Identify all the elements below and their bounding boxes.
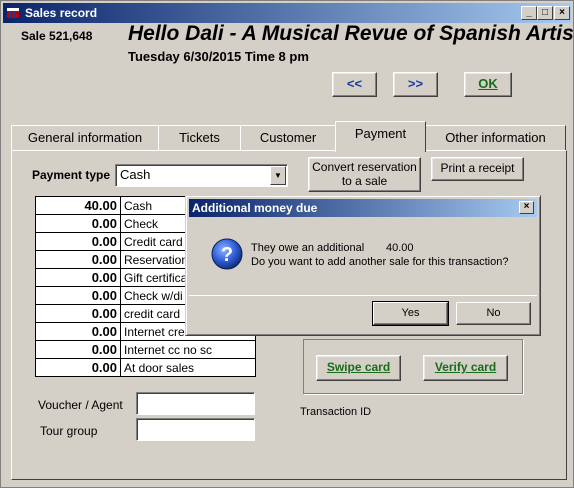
- app-icon: [6, 6, 20, 20]
- tab-other-information[interactable]: Other information: [425, 125, 566, 151]
- amount-cell[interactable]: 0.00: [35, 340, 121, 359]
- verify-card-button[interactable]: Verify card: [423, 355, 508, 381]
- svg-text:?: ?: [221, 244, 233, 266]
- title-bar[interactable]: Sales record _ □ ×: [3, 3, 571, 23]
- tab-customer[interactable]: Customer: [240, 125, 336, 151]
- additional-money-dialog: Additional money due × ? They owe an add…: [185, 195, 541, 336]
- table-row[interactable]: 0.00 At door sales: [35, 358, 256, 377]
- print-receipt-button[interactable]: Print a receipt: [431, 157, 524, 181]
- maximize-button[interactable]: □: [537, 6, 553, 20]
- amount-cell[interactable]: 0.00: [35, 286, 121, 305]
- window-title: Sales record: [25, 6, 98, 20]
- no-button[interactable]: No: [456, 302, 531, 325]
- payment-type-value: Cash: [120, 167, 151, 182]
- sale-number: Sale 521,648: [21, 29, 93, 43]
- amount-cell[interactable]: 0.00: [35, 250, 121, 269]
- tab-general-information[interactable]: General information: [11, 125, 159, 151]
- dialog-body: ? They owe an additional 40.00 Do you wa…: [189, 218, 537, 294]
- event-title: Hello Dali - A Musical Revue of Spanish …: [128, 22, 574, 45]
- question-icon: ?: [211, 238, 243, 270]
- event-datetime: Tuesday 6/30/2015 Time 8 pm: [128, 49, 309, 64]
- dialog-close-button[interactable]: ×: [519, 201, 534, 214]
- dialog-message-line1: They owe an additional 40.00: [251, 242, 414, 254]
- amount-cell[interactable]: 0.00: [35, 268, 121, 287]
- dialog-title-bar[interactable]: Additional money due ×: [189, 199, 537, 217]
- tab-payment[interactable]: Payment: [335, 121, 426, 152]
- payment-type-select[interactable]: Cash ▼: [115, 164, 288, 187]
- sales-record-window: Sales record _ □ × Sale 521,648 Hello Da…: [0, 0, 574, 488]
- method-cell: At door sales: [120, 358, 256, 377]
- amount-cell[interactable]: 0.00: [35, 322, 121, 341]
- transaction-id-label: Transaction ID: [300, 406, 372, 418]
- swipe-card-button[interactable]: Swipe card: [316, 355, 401, 381]
- amount-cell[interactable]: 0.00: [35, 232, 121, 251]
- tour-group-field[interactable]: [136, 418, 255, 441]
- yes-button[interactable]: Yes: [372, 301, 449, 326]
- voucher-agent-label: Voucher / Agent: [38, 398, 123, 412]
- dialog-amount: 40.00: [386, 242, 414, 254]
- amount-cell[interactable]: 0.00: [35, 304, 121, 323]
- amount-cell[interactable]: 0.00: [35, 214, 121, 233]
- dialog-button-area: Yes No: [189, 295, 537, 331]
- method-cell: Internet cc no sc: [120, 340, 256, 359]
- ok-button[interactable]: OK: [464, 72, 512, 97]
- next-record-button[interactable]: >>: [393, 72, 438, 97]
- table-row[interactable]: 0.00 Internet cc no sc: [35, 340, 256, 359]
- previous-record-button[interactable]: <<: [332, 72, 377, 97]
- dialog-message-line2: Do you want to add another sale for this…: [251, 256, 509, 268]
- tab-tickets[interactable]: Tickets: [158, 125, 241, 151]
- dialog-title: Additional money due: [192, 201, 318, 215]
- payment-type-label: Payment type: [32, 168, 111, 182]
- tour-group-label: Tour group: [40, 424, 98, 438]
- amount-cell[interactable]: 40.00: [35, 196, 121, 215]
- chevron-down-icon[interactable]: ▼: [270, 166, 286, 185]
- amount-cell[interactable]: 0.00: [35, 358, 121, 377]
- convert-reservation-button[interactable]: Convert reservation to a sale: [308, 157, 421, 192]
- minimize-button[interactable]: _: [521, 6, 537, 20]
- close-button[interactable]: ×: [554, 6, 570, 20]
- voucher-agent-field[interactable]: [136, 392, 255, 415]
- dialog-message-text: They owe an additional: [251, 242, 365, 254]
